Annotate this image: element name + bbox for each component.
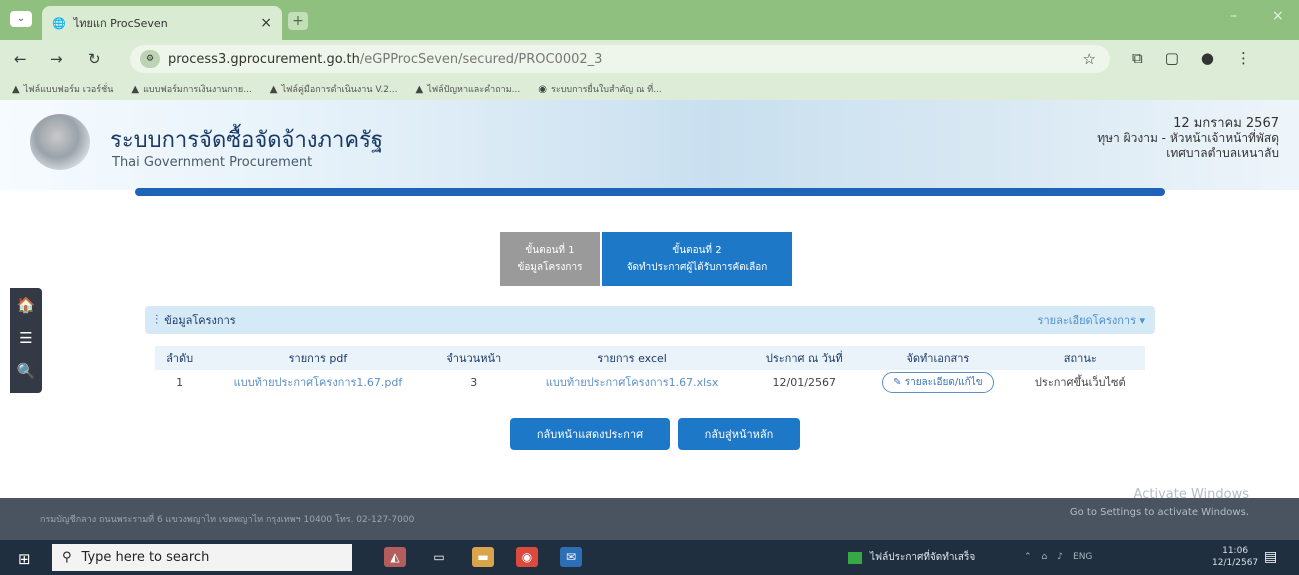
bookmark-item[interactable]: ▲ แบบฟอร์มการเงินงานกาย... (131, 82, 251, 96)
globe-icon: ◉ (538, 83, 547, 95)
row-number: 1 (176, 375, 184, 389)
site-title: ระบบการจัดซื้อจัดจ้างภาครัฐ (110, 128, 384, 153)
excel-file-link[interactable]: แบบท้ายประกาศโครงการ1.67.xlsx (546, 376, 719, 389)
chevron-up-icon[interactable]: ⌃ (1024, 552, 1032, 562)
landscape-icon[interactable]: ◭ (384, 547, 406, 567)
url-path: /eGPProcSeven/secured/PROC0002_3 (359, 51, 603, 67)
back-icon[interactable]: ← (14, 50, 27, 68)
volume-icon[interactable]: ♪ (1057, 552, 1063, 562)
tray-app-icon (848, 551, 862, 564)
browser-window: ⌄ 🌐 ไทยแก ProcSeven × + – × ← → ↻ ⚙ proc… (0, 0, 1299, 575)
step-2-tab[interactable]: ขั้นตอนที่ 2 จัดทำประกาศผู้ได้รับการคัดเ… (602, 232, 792, 286)
bookmark-item[interactable]: ▲ ไฟล์แบบฟอร์ม เวอร์ชั่น (12, 82, 113, 96)
windows-taskbar: ⊞ ⚲ Type here to search ◭ ▭ ▬ ◉ ✉ ไฟล์ปร… (0, 540, 1299, 575)
language-indicator[interactable]: ENG (1073, 552, 1092, 562)
search-icon[interactable]: 🔍 (10, 354, 42, 387)
folder-icon: ▲ (415, 83, 424, 95)
header-org: เทศบาลตำบลเหนาลับ (1166, 146, 1279, 160)
project-table: ลำดับ รายการ pdf จำนวนหน้า รายการ excel … (155, 346, 1145, 394)
taskbar-search[interactable]: ⚲ Type here to search (52, 544, 352, 571)
back-to-announcement-button[interactable]: กลับหน้าแสดงประกาศ (510, 418, 670, 450)
tab-bar: ⌄ 🌐 ไทยแก ProcSeven × + – × (0, 0, 1299, 40)
site-subtitle: Thai Government Procurement (112, 155, 313, 170)
step-1-tab[interactable]: ขั้นตอนที่ 1 ข้อมูลโครงการ (500, 232, 600, 286)
activate-windows-watermark: Activate Windows Go to Settings to activ… (1069, 487, 1249, 518)
browser-tab[interactable]: 🌐 ไทยแก ProcSeven × (42, 6, 282, 40)
col-header: สถานะ (1015, 346, 1145, 370)
page-count: 3 (470, 375, 478, 389)
site-info-icon[interactable]: ⚙ (140, 50, 160, 68)
globe-icon: 🌐 (52, 16, 66, 30)
header-divider (135, 188, 1165, 196)
table-row: 1 แบบท้ายประกาศโครงการ1.67.pdf 3 แบบท้าย… (155, 370, 1145, 394)
forward-icon[interactable]: → (50, 50, 63, 68)
url-domain: process3.gprocurement.go.th (168, 51, 360, 67)
panel-heading: ข้อมูลโครงการ (164, 314, 236, 327)
col-header: รายการ pdf (204, 346, 432, 370)
taskbar-clock[interactable]: 11:06 12/1/2567 (1212, 545, 1258, 569)
site-header: ระบบการจัดซื้อจัดจ้างภาครัฐ Thai Governm… (0, 100, 1299, 190)
floating-sidebar: 🏠 ☰ 🔍 (10, 288, 42, 393)
notification-icon[interactable]: ▤ (1264, 549, 1277, 565)
panel-header: ⫶ ข้อมูลโครงการ รายละเอียดโครงการ ▾ (145, 306, 1155, 334)
tray-app[interactable]: ไฟล์ประกาศที่จัดทำเสร็จ (848, 550, 975, 565)
task-view-icon[interactable]: ▭ (428, 547, 450, 567)
bookmark-item[interactable]: ▲ ไฟล์คู่มือการดำเนินงาน V.2... (270, 82, 398, 96)
minimize-icon[interactable]: – (1230, 8, 1237, 24)
url-bar[interactable]: ⚙ process3.gprocurement.go.th/eGPProcSev… (130, 45, 1110, 73)
sliders-icon: ⫶ (155, 312, 159, 328)
table-header-row: ลำดับ รายการ pdf จำนวนหน้า รายการ excel … (155, 346, 1145, 370)
reload-icon[interactable]: ↻ (88, 50, 101, 68)
col-header: ลำดับ (155, 346, 205, 370)
home-icon[interactable]: 🏠 (10, 288, 42, 321)
tab-title: ไทยแก ProcSeven (73, 17, 168, 30)
col-header: จำนวนหน้า (431, 346, 516, 370)
profile-icon[interactable]: ● (1201, 49, 1214, 67)
chrome-icon[interactable]: ◉ (516, 547, 538, 567)
bookmark-item[interactable]: ▲ ไฟล์ปัญหาและคำถาม... (416, 82, 521, 96)
back-to-home-button[interactable]: กลับสู่หน้าหลัก (678, 418, 800, 450)
taskbar-apps: ◭ ▭ ▬ ◉ ✉ (384, 547, 582, 567)
col-header: ประกาศ ณ วันที่ (748, 346, 861, 370)
bookmark-star-icon[interactable]: ☆ (1083, 50, 1096, 68)
new-tab-button[interactable]: + (288, 12, 308, 30)
address-row: ← → ↻ ⚙ process3.gprocurement.go.th/eGPP… (0, 40, 1299, 78)
search-icon: ⚲ (62, 550, 72, 565)
col-header: รายการ excel (515, 346, 749, 370)
status-text: ประกาศขึ้นเว็บไซต์ (1034, 376, 1126, 389)
toolbar-icons: ⧉ ▢ ● ⋮ (1132, 49, 1251, 67)
menu-icon[interactable]: ☰ (10, 321, 42, 354)
sidepanel-icon[interactable]: ▢ (1165, 49, 1179, 67)
col-header: จัดทำเอกสาร (860, 346, 1016, 370)
windows-start-icon[interactable]: ⊞ (18, 550, 31, 568)
system-tray: ⌃ ⌂ ♪ ENG (1024, 552, 1092, 562)
file-explorer-icon[interactable]: ▬ (472, 547, 494, 567)
mail-icon[interactable]: ✉ (560, 547, 582, 567)
folder-icon: ▲ (269, 83, 278, 95)
edit-icon: ✎ (893, 376, 905, 388)
search-placeholder: Type here to search (81, 550, 210, 565)
edit-document-button[interactable]: ✎ รายละเอียด/แก้ไข (882, 371, 994, 393)
folder-icon: ▲ (12, 83, 20, 95)
pdf-file-link[interactable]: แบบท้ายประกาศโครงการ1.67.pdf (234, 376, 403, 389)
garuda-emblem-icon (30, 114, 90, 170)
extensions-icon[interactable]: ⧉ (1132, 49, 1143, 67)
browser-menu-icon[interactable]: ⋮ (1236, 49, 1251, 67)
network-icon[interactable]: ⌂ (1042, 552, 1048, 562)
tab-close-icon[interactable]: × (260, 15, 272, 31)
footer-text: กรมบัญชีกลาง ถนนพระรามที่ 6 แขวงพญาไท เข… (40, 515, 415, 525)
tab-menu-button[interactable]: ⌄ (10, 11, 32, 27)
window-close-icon[interactable]: × (1272, 8, 1284, 24)
folder-icon: ▲ (131, 83, 140, 95)
project-detail-dropdown[interactable]: รายละเอียดโครงการ ▾ (1038, 311, 1145, 329)
bookmarks-bar: ▲ ไฟล์แบบฟอร์ม เวอร์ชั่น ▲ แบบฟอร์มการเงิน… (0, 78, 1299, 100)
announce-date: 12/01/2567 (772, 375, 836, 389)
bookmark-item[interactable]: ◉ ระบบการยื่นใบสำคัญ ณ ที่... (538, 82, 662, 96)
